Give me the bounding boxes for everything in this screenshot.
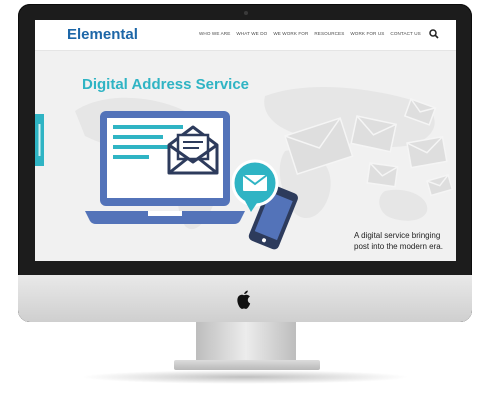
camera [244, 11, 248, 15]
monitor-base [174, 360, 320, 370]
hero-tagline: A digital service bringing post into the… [354, 230, 456, 252]
nav-contact-us[interactable]: CONTACT US [390, 31, 420, 36]
side-feedback-tab[interactable] [35, 114, 44, 166]
chat-bubble-icon [231, 159, 279, 212]
nav-work-for-us[interactable]: WORK FOR US [350, 31, 384, 36]
main-nav: WHO WE ARE WHAT WE DO WE WORK FOR RESOUR… [199, 31, 421, 36]
hero-title: Digital Address Service [82, 76, 250, 93]
search-icon[interactable] [429, 29, 439, 39]
laptop-icon [85, 111, 245, 224]
nav-who-we-are[interactable]: WHO WE ARE [199, 31, 230, 36]
hero-tagline-line-2: post into the modern era. [354, 242, 443, 251]
hero-tagline-line-1: A digital service bringing [354, 231, 441, 240]
brand-logo[interactable]: Elemental [67, 26, 138, 43]
nav-resources[interactable]: RESOURCES [314, 31, 344, 36]
monitor-stand [196, 318, 296, 364]
monitor-frame: Elemental WHO WE ARE WHAT WE DO WE WORK … [18, 4, 472, 322]
website-screen: Elemental WHO WE ARE WHAT WE DO WE WORK … [35, 20, 456, 261]
desk-shadow [80, 370, 410, 384]
apple-logo-icon [237, 290, 251, 309]
site-navbar: Elemental WHO WE ARE WHAT WE DO WE WORK … [35, 20, 456, 51]
hero-banner: Digital Address Service A digital servic… [35, 51, 456, 261]
envelope-icon [167, 125, 219, 175]
nav-we-work-for[interactable]: WE WORK FOR [273, 31, 308, 36]
nav-what-we-do[interactable]: WHAT WE DO [236, 31, 267, 36]
